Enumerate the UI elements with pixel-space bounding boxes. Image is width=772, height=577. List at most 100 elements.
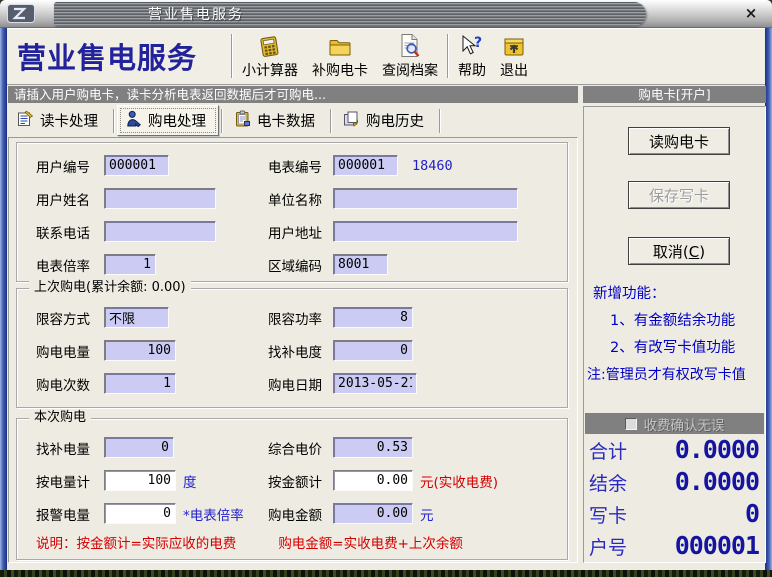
- summary-panel: 合计 0.0000 结余 0.0000 写卡 0 户号 000001: [589, 435, 759, 563]
- tab-separator: [113, 109, 115, 133]
- field-label: 购电金额: [268, 504, 333, 524]
- balance-value: 0.0000: [675, 467, 759, 496]
- toolbar-button-label: 补购电卡: [312, 60, 368, 80]
- toolbar-separator: [231, 34, 233, 78]
- view-archive-button[interactable]: 查阅档案: [375, 28, 445, 84]
- field-label: 区域编码: [268, 255, 333, 275]
- titlebar-stripes: [54, 2, 646, 26]
- buy-card-button[interactable]: 补购电卡: [305, 28, 375, 84]
- unit-text: 元: [420, 504, 434, 524]
- field-label: 按金额计: [268, 471, 333, 491]
- toolbar-button-label: 查阅档案: [382, 60, 438, 80]
- tab-bar: 读卡处理 购电处理 电卡数据 购电历史: [8, 105, 443, 136]
- toolbar-button-label: 小计算器: [242, 60, 298, 80]
- group-title: 上次购电(累计余额: 0.00): [29, 280, 191, 296]
- cancel-button[interactable]: 取消(C): [628, 237, 730, 265]
- card-data-icon: [234, 110, 251, 131]
- unit-text: 度: [183, 471, 197, 491]
- feature-note: 注:管理员才有权改写卡值: [586, 362, 763, 389]
- tab-label: 读卡处理: [40, 110, 98, 131]
- meter-ratio-input[interactable]: [104, 254, 156, 275]
- cancel-label: 取消(: [653, 243, 689, 261]
- feature-notes: 新增功能： 1、有金额结余功能 2、有改写卡值功能 注:管理员才有权改写卡值: [586, 281, 763, 389]
- close-button[interactable]: ×: [740, 3, 762, 23]
- field-label: 电表编号: [268, 156, 333, 176]
- address-input[interactable]: [333, 221, 518, 242]
- summary-row: 写卡 0: [589, 499, 759, 531]
- limit-mode-input[interactable]: [104, 307, 169, 328]
- area-code-input[interactable]: [333, 254, 388, 275]
- fee-confirm-checkbox[interactable]: [625, 418, 637, 430]
- summary-label: 写卡: [589, 501, 627, 528]
- summary-row: 合计 0.0000: [589, 435, 759, 467]
- toolbar-separator: [447, 34, 449, 78]
- window-frame-right: [765, 28, 772, 570]
- field-label: 报警电量: [36, 504, 104, 524]
- purchase-amount-input[interactable]: [333, 503, 413, 524]
- summary-label: 结余: [589, 469, 627, 496]
- total-value: 0.0000: [675, 435, 759, 464]
- save-write-card-button[interactable]: 保存写卡: [628, 181, 730, 209]
- purchase-notes: 说明：按金额计=实际应收的电费 购电金额=实收电费+上次余额: [36, 532, 557, 552]
- current-purchase-group: 本次购电 找补电量 综合电价 按电量计 度 按金额计 元(实收电费) 报警电量 …: [16, 418, 568, 560]
- fee-confirm-label: 收费确认无误: [644, 414, 725, 434]
- purchase-person-icon: [126, 110, 142, 131]
- app-window: 营业售电服务 × 营业售电服务 小计算器 补购电卡 查阅档案: [0, 0, 772, 577]
- tab-separator: [439, 109, 441, 133]
- write-card-value: 0: [745, 499, 759, 528]
- toolbar-button-label: 退出: [500, 60, 528, 80]
- toolbar: 营业售电服务 小计算器 补购电卡 查阅档案 ? 帮助: [7, 28, 765, 85]
- help-button[interactable]: ? 帮助: [451, 28, 493, 84]
- unit-text: 元(实收电费): [420, 471, 498, 491]
- user-name-input[interactable]: [104, 188, 216, 209]
- window-frame-bottom: [0, 570, 772, 577]
- calculator-icon: [257, 33, 283, 59]
- history-icon: [343, 110, 360, 131]
- window-frame-left: [0, 28, 7, 570]
- exit-icon: [502, 33, 526, 59]
- card-folder-icon: [327, 33, 353, 59]
- field-label: 按电量计: [36, 471, 104, 491]
- by-amount-input[interactable]: [333, 470, 413, 491]
- fee-confirm-bar: 收费确认无误: [585, 413, 764, 434]
- field-label: 限容方式: [36, 308, 104, 328]
- unit-price-input[interactable]: [333, 437, 413, 458]
- toolbar-button-label: 帮助: [458, 60, 486, 80]
- compensation-degree-input[interactable]: [333, 340, 413, 361]
- help-cursor-icon: ?: [459, 33, 485, 59]
- cancel-label: ): [699, 243, 705, 261]
- by-energy-input[interactable]: [104, 470, 176, 491]
- tab-purchase-history[interactable]: 购电历史: [334, 105, 437, 136]
- limit-power-input[interactable]: [333, 307, 413, 328]
- purchase-energy-input[interactable]: [104, 340, 176, 361]
- field-label: 用户编号: [36, 156, 104, 176]
- calculator-button[interactable]: 小计算器: [235, 28, 305, 84]
- tab-card-data[interactable]: 电卡数据: [225, 105, 328, 136]
- window-title: 营业售电服务: [148, 4, 244, 24]
- purchase-count-input[interactable]: [104, 373, 176, 394]
- feature-item: 1、有金额结余功能: [586, 308, 763, 335]
- unit-name-input[interactable]: [333, 188, 518, 209]
- field-label: 购电电量: [36, 341, 104, 361]
- unit-text: *电表倍率: [183, 504, 244, 524]
- side-panel-header: 购电卡[开户]: [583, 86, 766, 103]
- archive-search-icon: [398, 33, 422, 59]
- summary-row: 户号 000001: [589, 531, 759, 563]
- feature-item: 2、有改写卡值功能: [586, 335, 763, 362]
- adjust-energy-input[interactable]: [104, 437, 174, 458]
- field-label: 限容功率: [268, 308, 333, 328]
- meter-id-input[interactable]: [333, 155, 398, 176]
- field-label: 联系电话: [36, 222, 104, 242]
- read-card-button[interactable]: 读购电卡: [628, 127, 730, 155]
- alarm-energy-input[interactable]: [104, 503, 176, 524]
- tab-purchase[interactable]: 购电处理: [117, 105, 219, 136]
- phone-input[interactable]: [104, 221, 216, 242]
- purchase-date-input[interactable]: [333, 373, 417, 394]
- exit-button[interactable]: 退出: [493, 28, 535, 84]
- tab-label: 购电历史: [366, 110, 424, 131]
- note-text: 说明：按金额计=实际应收的电费: [36, 532, 236, 552]
- tab-read-card[interactable]: 读卡处理: [8, 105, 111, 136]
- field-label: 用户地址: [268, 222, 333, 242]
- user-id-input[interactable]: [104, 155, 169, 176]
- tab-separator: [221, 109, 223, 133]
